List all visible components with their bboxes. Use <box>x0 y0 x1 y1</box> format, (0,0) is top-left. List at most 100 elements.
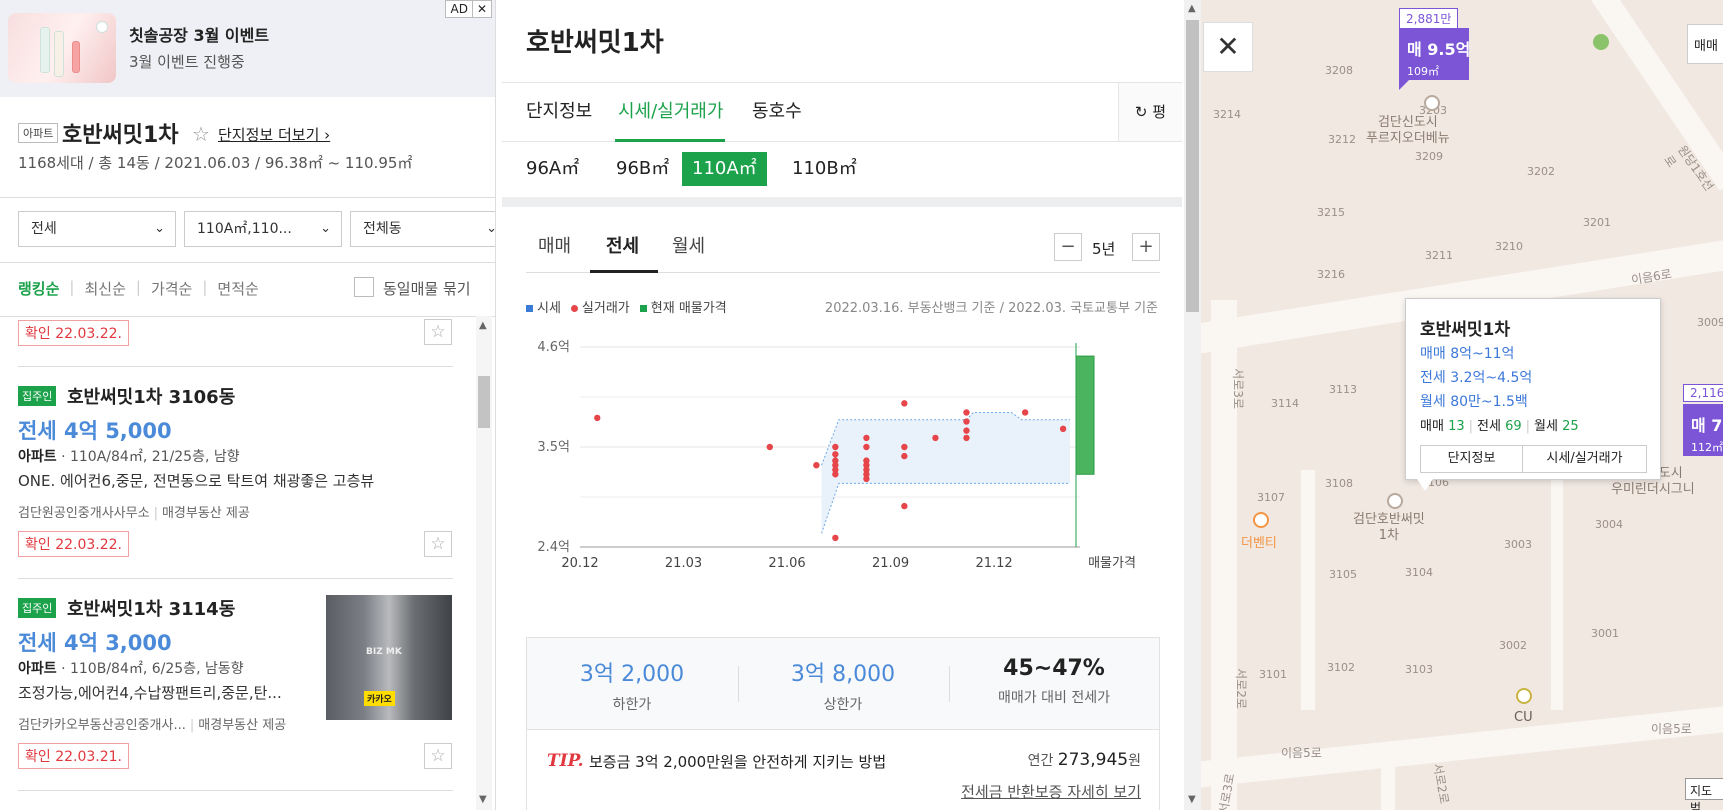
price-summary: 3억 2,000 하한가 3억 8,000 상한가 45~47% 매매가 대비 … <box>526 637 1160 810</box>
building-number: 3102 <box>1327 661 1355 674</box>
ad-image[interactable] <box>8 13 116 83</box>
thumb-watermark: BIZ MK <box>366 647 402 657</box>
popup-title: 호반써밋1차 <box>1420 320 1511 340</box>
tab-price-history[interactable]: 시세/실거래가 <box>618 97 723 123</box>
area-tab-110b[interactable]: 110B㎡ <box>782 152 867 186</box>
sort-area[interactable]: 면적순 <box>217 278 258 299</box>
summary-low: 3억 2,000 하한가 <box>527 656 737 714</box>
scroll-down-icon[interactable]: ▼ <box>479 794 487 805</box>
listing-description: ONE. 에어컨6,중문, 전면동으로 탁트여 채광좋은 고층뷰 <box>18 472 375 490</box>
listing-price[interactable]: 전세 4억 5,000 <box>18 415 172 445</box>
summary-stats: 3억 2,000 하한가 3억 8,000 상한가 45~47% 매매가 대비 … <box>527 638 1159 730</box>
popup-price-button[interactable]: 시세/실거래가 <box>1522 445 1647 473</box>
building-number: 3101 <box>1259 668 1287 681</box>
deal-tab-monthly[interactable]: 월세 <box>672 232 705 258</box>
favorite-star-icon[interactable]: ☆ <box>424 319 452 345</box>
road-label: 서로2로 <box>1233 668 1248 709</box>
deal-type-select[interactable]: 전세 ⌄ <box>18 211 176 247</box>
complex-popup[interactable]: 호반써밋1차 매매 8억~11억 전세 3.2억~4.5억 월세 80만~1.5… <box>1405 298 1661 480</box>
area-tab-96b[interactable]: 96B㎡ <box>606 152 679 186</box>
favorite-star-icon[interactable]: ☆ <box>192 122 210 146</box>
ad-tag: AD ✕ <box>445 0 492 18</box>
building-number: 3214 <box>1213 108 1241 121</box>
chevron-down-icon: ⌄ <box>486 221 496 236</box>
listing-thumbnail[interactable]: BIZ MK 카카오 <box>326 595 452 720</box>
area-select[interactable]: 110A㎡,110... ⌄ <box>184 211 342 247</box>
sort-ranking[interactable]: 랭킹순 <box>18 278 59 299</box>
deal-tab-jeonse[interactable]: 전세 <box>606 232 639 258</box>
place-label: 검단호반써밋 1차 <box>1353 512 1425 543</box>
ratio-label: 매매가 대비 전세가 <box>998 690 1110 706</box>
building-number: 3215 <box>1317 206 1345 219</box>
period-decrease-button[interactable]: − <box>1054 233 1082 261</box>
period-increase-button[interactable]: + <box>1132 233 1160 261</box>
legend-listing: 현재 매물가격 <box>639 297 727 316</box>
price-pin[interactable]: 2,881만 매 9.5억 109㎡ <box>1399 8 1470 80</box>
area-tab-96a[interactable]: 96A㎡ <box>516 152 589 186</box>
unit-toggle-button[interactable]: ↻ 평 <box>1118 83 1182 141</box>
list-scrollbar[interactable]: ▲ ▼ <box>476 316 492 810</box>
store-icon[interactable] <box>1516 688 1532 704</box>
tab-complex-info[interactable]: 단지정보 <box>526 97 592 123</box>
building-number: 3211 <box>1425 249 1453 262</box>
building-number: 3103 <box>1405 663 1433 676</box>
building-number: 3108 <box>1325 477 1353 490</box>
panel-scrollbar[interactable]: ▲ ▼ <box>1184 0 1201 810</box>
listing-price-bar <box>1075 355 1095 475</box>
tab-unit-numbers[interactable]: 동호수 <box>752 97 802 123</box>
divider <box>18 790 453 791</box>
deal-point <box>901 502 908 510</box>
map-view[interactable]: 이음6로 이음5로 이음5로 서로3로 원당1호선로 서로2로 서로2로 서로3… <box>1201 0 1723 810</box>
tip-text: 보증금 3억 2,000만원을 안전하게 지키는 방법 <box>589 753 887 771</box>
deal-point <box>863 443 870 451</box>
deal-point <box>594 414 601 422</box>
building-number: 3114 <box>1271 397 1299 410</box>
pin-area: 109㎡ <box>1407 65 1439 78</box>
group-label[interactable]: 동일매물 묶기 <box>383 278 471 299</box>
favorite-star-icon[interactable]: ☆ <box>424 531 452 557</box>
price-pin[interactable]: 2,116 매 7. 112㎡ <box>1683 384 1723 456</box>
ad-subtitle[interactable]: 3월 이벤트 진행중 <box>129 51 245 72</box>
scroll-up-icon[interactable]: ▲ <box>1188 3 1196 14</box>
building-number: 3201 <box>1583 216 1611 229</box>
panel-title: 호반써밋1차 <box>526 28 664 58</box>
map-filter-button[interactable]: 매매 <box>1687 24 1723 64</box>
area-tab-110a[interactable]: 110A㎡ <box>682 152 767 186</box>
listing-title[interactable]: 호반써밋1차 3114동 <box>67 595 235 621</box>
park-icon <box>1593 34 1609 50</box>
x-tick-label: 21.06 <box>768 556 805 571</box>
listing-title[interactable]: 호반써밋1차 3106동 <box>67 383 235 409</box>
building-value: 전체동 <box>363 221 402 237</box>
deal-tab-sale[interactable]: 매매 <box>538 232 571 258</box>
close-icon[interactable]: ✕ <box>1203 22 1253 72</box>
cafe-icon[interactable] <box>1253 512 1269 528</box>
popup-info-button[interactable]: 단지정보 <box>1420 445 1523 473</box>
ad-title[interactable]: 칫솔공장 3월 이벤트 <box>129 22 269 46</box>
scroll-up-icon[interactable]: ▲ <box>479 320 487 331</box>
tip-label: TIP. <box>547 751 584 771</box>
building-select[interactable]: 전체동 ⌄ <box>350 211 496 247</box>
building-number: 3001 <box>1591 627 1619 640</box>
ad-banner[interactable]: 칫솔공장 3월 이벤트 3월 이벤트 진행중 AD ✕ <box>0 0 495 97</box>
group-checkbox[interactable] <box>354 277 374 297</box>
deal-point <box>901 443 908 451</box>
sort-latest[interactable]: 최신순 <box>84 278 125 299</box>
popup-counts: 매매 13 | 전세 69 | 월세 25 <box>1420 419 1579 434</box>
listing-price[interactable]: 전세 4억 3,000 <box>18 627 172 657</box>
pin-area: 112㎡ <box>1691 441 1723 454</box>
scroll-down-icon[interactable]: ▼ <box>1188 794 1196 805</box>
scrollbar-thumb[interactable] <box>478 376 490 428</box>
sort-price[interactable]: 가격순 <box>151 278 192 299</box>
favorite-star-icon[interactable]: ☆ <box>424 743 452 769</box>
scrollbar-thumb[interactable] <box>1186 20 1199 312</box>
building-number: 3003 <box>1504 538 1532 551</box>
building-number: 3209 <box>1415 150 1443 163</box>
complex-more-link[interactable]: 단지정보 더보기 › <box>218 124 330 145</box>
school-icon[interactable] <box>1424 95 1440 111</box>
x-tick-label: 매물가격 <box>1088 556 1136 571</box>
apartment-marker-icon[interactable] <box>1387 493 1403 509</box>
ad-close-icon[interactable]: ✕ <box>473 1 491 17</box>
deal-point <box>963 427 970 434</box>
guarantee-link[interactable]: 전세금 반환보증 자세히 보기 <box>961 781 1141 802</box>
divider <box>18 578 453 579</box>
